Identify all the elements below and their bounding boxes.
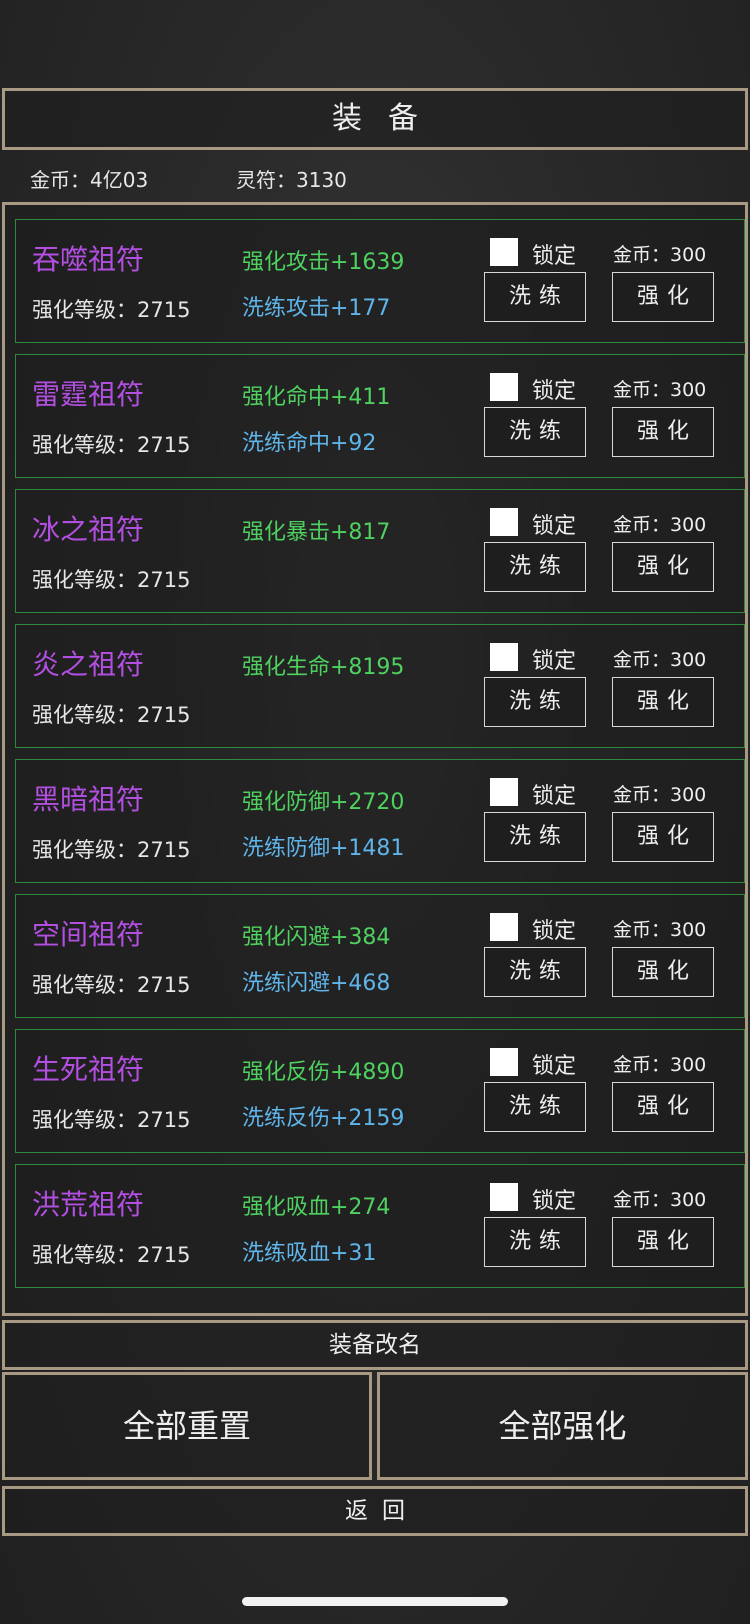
lock-label: 锁定 — [532, 1189, 577, 1214]
enhance-all-label: 全部强化 — [498, 1407, 627, 1445]
title-bar: 装备 — [2, 88, 748, 150]
equipment-list-panel: 吞噬祖符 强化等级：2715 强化攻击+1639 洗练攻击+177 锁定 金币：… — [2, 202, 748, 1316]
enhance-button[interactable]: 强化 — [612, 407, 714, 457]
equipment-card: 炎之祖符 强化等级：2715 强化生命+8195 锁定 金币：300 洗练 强化 — [15, 624, 745, 748]
lock-checkbox[interactable] — [490, 778, 518, 806]
gold-cost: 金币：300 — [613, 379, 707, 401]
refine-button[interactable]: 洗练 — [484, 1217, 586, 1267]
refine-button[interactable]: 洗练 — [484, 407, 586, 457]
lock-checkbox[interactable] — [490, 643, 518, 671]
item-level: 强化等级：2715 — [32, 298, 191, 322]
gold-cost: 金币：300 — [613, 514, 707, 536]
back-button[interactable]: 返回 — [2, 1486, 748, 1536]
refine-stat: 洗练吸血+31 — [242, 1241, 377, 1266]
gold-cost: 金币：300 — [613, 649, 707, 671]
currency-row: 金币：4亿03 灵符：3130 — [30, 160, 720, 194]
item-name: 生死祖符 — [32, 1053, 145, 1086]
refine-button[interactable]: 洗练 — [484, 1082, 586, 1132]
item-name: 黑暗祖符 — [32, 783, 145, 816]
item-level: 强化等级：2715 — [32, 973, 191, 997]
refine-button[interactable]: 洗练 — [484, 272, 586, 322]
lock-checkbox[interactable] — [490, 373, 518, 401]
item-level: 强化等级：2715 — [32, 1243, 191, 1267]
lock-checkbox[interactable] — [490, 238, 518, 266]
enhance-stat: 强化反伤+4890 — [242, 1060, 405, 1085]
enhance-button[interactable]: 强化 — [612, 1082, 714, 1132]
lock-label: 锁定 — [532, 514, 577, 539]
gold-cost: 金币：300 — [613, 1054, 707, 1076]
back-label: 返回 — [345, 1498, 419, 1524]
item-name: 空间祖符 — [32, 918, 145, 951]
enhance-button[interactable]: 强化 — [612, 812, 714, 862]
equipment-card: 空间祖符 强化等级：2715 强化闪避+384 洗练闪避+468 锁定 金币：3… — [15, 894, 745, 1018]
refine-button[interactable]: 洗练 — [484, 812, 586, 862]
item-name: 吞噬祖符 — [32, 243, 145, 276]
equipment-card: 洪荒祖符 强化等级：2715 强化吸血+274 洗练吸血+31 锁定 金币：30… — [15, 1164, 745, 1288]
page-title: 装备 — [332, 101, 444, 136]
equipment-card: 吞噬祖符 强化等级：2715 强化攻击+1639 洗练攻击+177 锁定 金币：… — [15, 219, 745, 343]
enhance-button[interactable]: 强化 — [612, 1217, 714, 1267]
lock-label: 锁定 — [532, 1054, 577, 1079]
talisman-amount: 灵符：3130 — [236, 168, 347, 192]
enhance-stat: 强化吸血+274 — [242, 1195, 391, 1220]
enhance-all-button[interactable]: 全部强化 — [377, 1372, 748, 1480]
home-indicator[interactable] — [242, 1597, 508, 1606]
rename-equipment-button[interactable]: 装备改名 — [2, 1320, 748, 1370]
enhance-button[interactable]: 强化 — [612, 677, 714, 727]
equipment-card: 雷霆祖符 强化等级：2715 强化命中+411 洗练命中+92 锁定 金币：30… — [15, 354, 745, 478]
enhance-stat: 强化防御+2720 — [242, 790, 405, 815]
enhance-stat: 强化生命+8195 — [242, 655, 405, 680]
gold-amount: 金币：4亿03 — [30, 168, 149, 192]
lock-checkbox[interactable] — [490, 913, 518, 941]
item-level: 强化等级：2715 — [32, 1108, 191, 1132]
gold-cost: 金币：300 — [613, 784, 707, 806]
reset-all-button[interactable]: 全部重置 — [2, 1372, 372, 1480]
enhance-button[interactable]: 强化 — [612, 272, 714, 322]
gold-cost: 金币：300 — [613, 244, 707, 266]
item-name: 冰之祖符 — [32, 513, 145, 546]
lock-label: 锁定 — [532, 919, 577, 944]
refine-stat: 洗练反伤+2159 — [242, 1106, 405, 1131]
lock-checkbox[interactable] — [490, 1048, 518, 1076]
refine-stat: 洗练命中+92 — [242, 431, 377, 456]
gold-cost: 金币：300 — [613, 919, 707, 941]
equipment-card: 冰之祖符 强化等级：2715 强化暴击+817 锁定 金币：300 洗练 强化 — [15, 489, 745, 613]
lock-checkbox[interactable] — [490, 1183, 518, 1211]
item-name: 炎之祖符 — [32, 648, 145, 681]
item-name: 洪荒祖符 — [32, 1188, 145, 1221]
enhance-stat: 强化暴击+817 — [242, 520, 391, 545]
refine-stat: 洗练防御+1481 — [242, 836, 405, 861]
refine-stat: 洗练闪避+468 — [242, 971, 391, 996]
lock-checkbox[interactable] — [490, 508, 518, 536]
enhance-stat: 强化命中+411 — [242, 385, 391, 410]
item-level: 强化等级：2715 — [32, 433, 191, 457]
item-name: 雷霆祖符 — [32, 378, 145, 411]
enhance-stat: 强化闪避+384 — [242, 925, 391, 950]
item-level: 强化等级：2715 — [32, 703, 191, 727]
gold-cost: 金币：300 — [613, 1189, 707, 1211]
refine-button[interactable]: 洗练 — [484, 542, 586, 592]
enhance-button[interactable]: 强化 — [612, 947, 714, 997]
lock-label: 锁定 — [532, 784, 577, 809]
refine-stat: 洗练攻击+177 — [242, 296, 391, 321]
item-level: 强化等级：2715 — [32, 568, 191, 592]
item-level: 强化等级：2715 — [32, 838, 191, 862]
lock-label: 锁定 — [532, 379, 577, 404]
equipment-card: 生死祖符 强化等级：2715 强化反伤+4890 洗练反伤+2159 锁定 金币… — [15, 1029, 745, 1153]
rename-label: 装备改名 — [329, 1332, 421, 1358]
equipment-card: 黑暗祖符 强化等级：2715 强化防御+2720 洗练防御+1481 锁定 金币… — [15, 759, 745, 883]
refine-button[interactable]: 洗练 — [484, 947, 586, 997]
enhance-stat: 强化攻击+1639 — [242, 250, 405, 275]
refine-button[interactable]: 洗练 — [484, 677, 586, 727]
reset-all-label: 全部重置 — [122, 1407, 251, 1445]
enhance-button[interactable]: 强化 — [612, 542, 714, 592]
lock-label: 锁定 — [532, 649, 577, 674]
lock-label: 锁定 — [532, 244, 577, 269]
